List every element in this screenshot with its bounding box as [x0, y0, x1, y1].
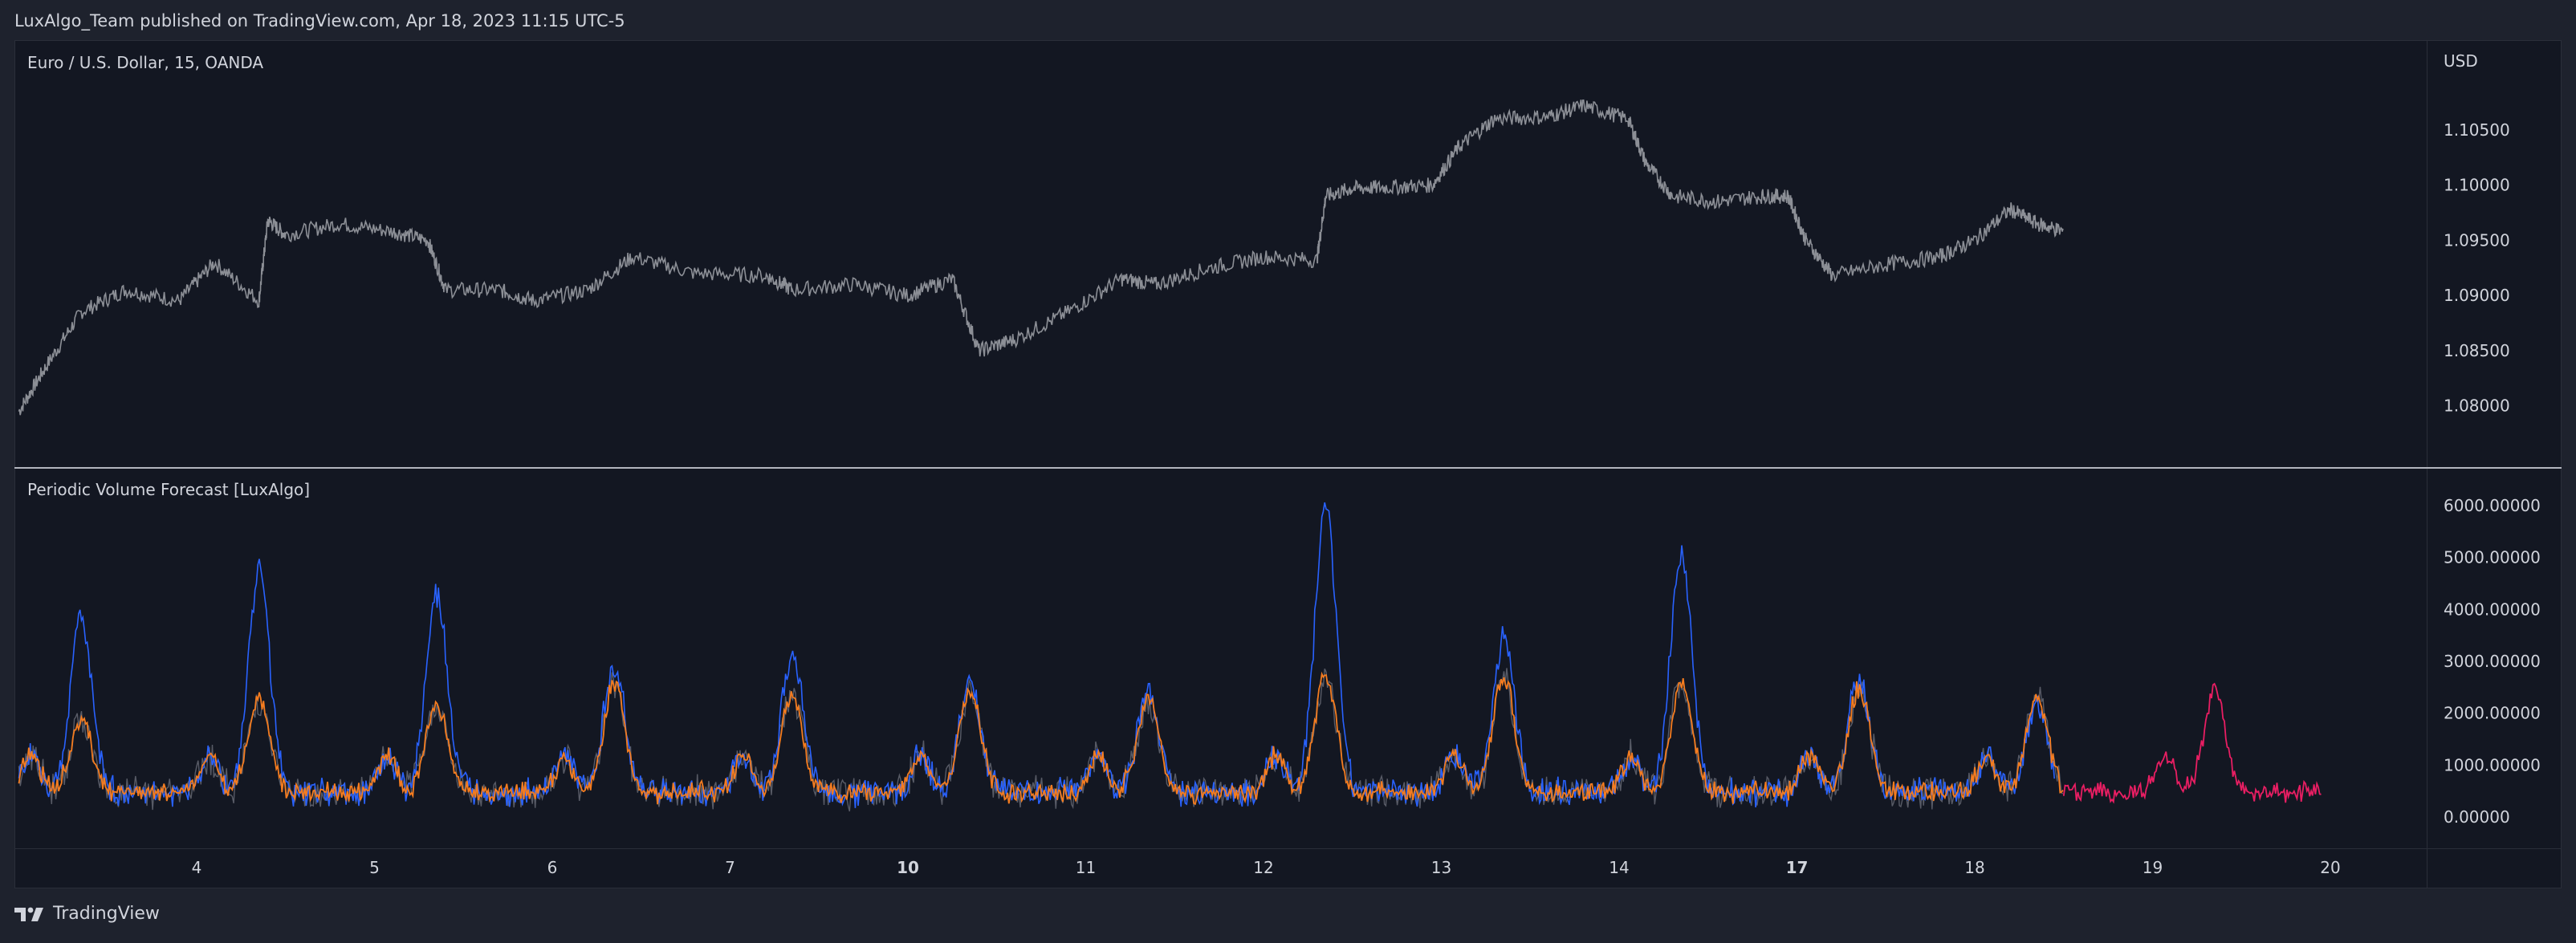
- volume-tick-label-2: 4000.00000: [2444, 600, 2541, 619]
- price-tick-label-1: 1.10000: [2444, 176, 2510, 195]
- price-tick-label-0: 1.10500: [2444, 120, 2510, 140]
- time-tick-label-7: 13: [1431, 858, 1451, 877]
- time-tick-label-11: 19: [2143, 858, 2163, 877]
- time-tick-label-8: 14: [1609, 858, 1629, 877]
- price-tick-label-4: 1.08500: [2444, 341, 2510, 360]
- price-tick-label-3: 1.09000: [2444, 286, 2510, 305]
- time-tick-label-2: 6: [547, 858, 558, 877]
- time-tick-label-12: 20: [2320, 858, 2340, 877]
- time-tick-label-1: 5: [369, 858, 380, 877]
- time-tick-label-3: 7: [725, 858, 735, 877]
- time-tick-label-6: 12: [1253, 858, 1273, 877]
- volume-tick-label-4: 2000.00000: [2444, 704, 2541, 723]
- price-tick-label-5: 1.08000: [2444, 396, 2510, 416]
- volume-tick-label-6: 0.00000: [2444, 807, 2510, 827]
- time-tick-label-10: 18: [1964, 858, 1984, 877]
- volume-tick-label-1: 5000.00000: [2444, 548, 2541, 567]
- footer: TradingView: [14, 904, 160, 924]
- time-tick-label-4: 10: [897, 858, 919, 877]
- chart-svg: 1.10500 1.10000 1.09500 1.09000 1.08500 1.080…: [18, 99, 2541, 877]
- footer-brand: TradingView: [53, 904, 160, 924]
- volume-tick-label-3: 3000.00000: [2444, 652, 2541, 671]
- volume-blue-series: [18, 502, 2055, 808]
- volume-tick-label-5: 1000.00000: [2444, 755, 2541, 774]
- time-tick-label-0: 4: [192, 858, 202, 877]
- time-tick-label-9: 17: [1786, 858, 1809, 877]
- price-series-line: [18, 99, 2064, 416]
- forecast-pink-series: [2062, 682, 2322, 804]
- tradingview-logo-icon: [14, 907, 43, 921]
- volume-tick-label-0: 6000.00000: [2444, 496, 2541, 515]
- price-tick-label-2: 1.09500: [2444, 230, 2510, 250]
- time-tick-label-5: 11: [1076, 858, 1096, 877]
